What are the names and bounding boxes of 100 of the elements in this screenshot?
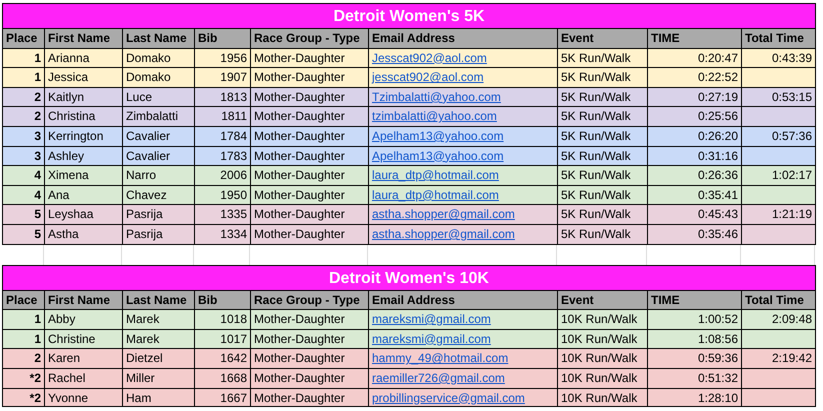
table-cell: 0:27:19 [648,86,742,106]
table-cell: 0:26:20 [648,126,742,146]
email-link[interactable]: laura_dtp@hotmail.com [372,168,499,182]
column-header: Event [558,28,648,48]
table-cell: 4 [3,184,45,204]
email-link[interactable]: astha.shopper@gmail.com [372,226,515,241]
table-cell: 1907 [195,67,251,87]
table-cell: Mother-Daughter [251,184,369,204]
column-header: Total Time [742,290,816,310]
table-cell: 10K Run/Walk [558,388,648,408]
table-title: Detroit Women's 10K [2,264,816,290]
table-cell: Mother-Daughter [251,146,369,166]
table-cell: 1:00:52 [648,309,742,329]
email-link[interactable]: jesscat902@aol.com [372,70,484,84]
table-cell: 1 [3,67,45,87]
table-cell: 1:02:17 [742,165,816,185]
table-cell: Mother-Daughter [251,86,369,106]
table-cell: Domako [123,67,195,87]
table-cell: 5K Run/Walk [558,146,648,166]
column-header: TIME [648,28,742,48]
table-cell: Astha [45,224,123,244]
table-cell: Mother-Daughter [251,328,369,348]
table-cell: 0:20:47 [648,48,742,68]
table-cell: Pasrija [123,224,195,244]
table-cell: 2006 [195,165,251,185]
table-cell: Mother-Daughter [251,67,369,87]
table-cell: 1:08:56 [648,328,742,348]
table-cell: Leyshaa [45,204,123,224]
table-cell: Mother-Daughter [251,204,369,224]
table-cell: 2:19:42 [742,348,816,368]
table-cell: Yvonne [45,388,123,408]
table-cell: 0:59:36 [648,348,742,368]
table-cell: 5K Run/Walk [558,224,648,244]
table-cell: 1 [3,309,45,329]
table-cell: 0:22:52 [648,67,742,87]
table-cell: 10K Run/Walk [558,309,648,329]
email-link[interactable]: hammy_49@hotmail.com [372,351,508,366]
table-cell: 10K Run/Walk [558,328,648,348]
table-cell: Zimbalatti [123,106,195,126]
table-cell: Kerrington [45,126,123,146]
table-cell: 1:21:19 [742,204,816,224]
email-link[interactable]: Jesscat902@aol.com [372,50,487,65]
table-cell: 1668 [195,368,251,388]
table-cell: Mother-Daughter [251,348,369,368]
email-link[interactable]: laura_dtp@hotmail.com [372,188,499,202]
table-cell: 1017 [195,328,251,348]
column-header: Race Group - Type [251,290,369,310]
table-cell: Mother-Daughter [251,165,369,185]
column-header: Place [3,290,45,310]
column-header: First Name [45,28,123,48]
table-cell: 5K Run/Walk [558,67,648,87]
email-link[interactable]: mareksmi@gmail.com [372,312,491,326]
table-cell: 1956 [195,48,251,68]
table-cell: Jessica [45,67,123,87]
table-cell: 1811 [195,106,251,126]
table-cell: Ham [123,388,195,408]
email-link[interactable]: Apelham13@yahoo.com [372,148,504,163]
table-cell: 3 [3,146,45,166]
table-cell: 5K Run/Walk [558,126,648,146]
table-cell: Miller [123,368,195,388]
table-cell: 1667 [195,388,251,408]
table-cell: 5K Run/Walk [558,165,648,185]
table-cell: Kaitlyn [45,86,123,106]
table-cell: Arianna [45,48,123,68]
table-cell: 5 [3,224,45,244]
table-cell: 3 [3,126,45,146]
table-cell: Mother-Daughter [251,48,369,68]
table-cell: Chavez [123,184,195,204]
table-cell: 0:53:15 [742,86,816,106]
table-cell: 0:26:36 [648,165,742,185]
email-link[interactable]: Apelham13@yahoo.com [372,128,504,143]
email-link[interactable]: mareksmi@gmail.com [372,332,491,346]
column-header: Last Name [123,290,195,310]
table-cell: Christina [45,106,123,126]
table-cell: Mother-Daughter [251,224,369,244]
table-cell: 1334 [195,224,251,244]
table-cell: Mother-Daughter [251,388,369,408]
table-cell: 2:09:48 [742,309,816,329]
table-cell: 2 [3,106,45,126]
column-header: Total Time [742,28,816,48]
column-header: Bib [195,28,251,48]
email-link[interactable]: tzimbalatti@yahoo.com [372,109,497,124]
table-cell: 5 [3,204,45,224]
column-header: Place [3,28,45,48]
email-link[interactable]: Tzimbalatti@yahoo.com [372,90,501,104]
table-cell: 10K Run/Walk [558,368,648,388]
table-cell: 1335 [195,204,251,224]
column-header: First Name [45,290,123,310]
table-cell: 1018 [195,309,251,329]
column-header: Event [558,290,648,310]
column-header: Race Group - Type [251,28,369,48]
table-cell: 5K Run/Walk [558,86,648,106]
table-cell: 2 [3,348,45,368]
table-cell: 0:43:39 [742,48,816,68]
email-link[interactable]: astha.shopper@gmail.com [372,207,515,222]
table-cell: Cavalier [123,126,195,146]
email-link[interactable]: raemiller726@gmail.com [372,370,505,385]
table-cell: 1642 [195,348,251,368]
table-cell: 5K Run/Walk [558,204,648,224]
table-cell: 1 [3,48,45,68]
